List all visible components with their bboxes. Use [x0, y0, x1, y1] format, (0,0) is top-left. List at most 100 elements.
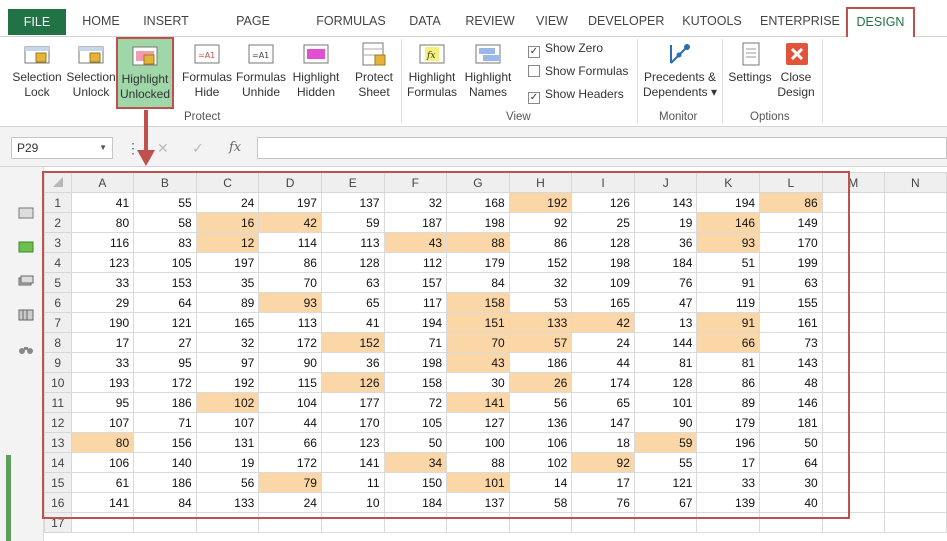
cell[interactable]: 29: [70, 292, 135, 313]
cell[interactable]: [821, 212, 885, 233]
cell[interactable]: 192: [195, 372, 260, 393]
cell[interactable]: 53: [508, 292, 573, 313]
close-design-button[interactable]: Close Design: [774, 41, 818, 109]
row-header[interactable]: 13: [44, 432, 72, 453]
cell[interactable]: 55: [133, 192, 197, 213]
cell[interactable]: 179: [696, 412, 761, 433]
cell[interactable]: 102: [195, 392, 260, 413]
column-header-e[interactable]: E: [320, 172, 385, 193]
cell[interactable]: [883, 312, 947, 333]
cell[interactable]: 86: [258, 252, 322, 273]
cell[interactable]: 187: [383, 212, 448, 233]
selection-unlock-button[interactable]: Selection Unlock: [64, 41, 118, 109]
row-header[interactable]: 4: [44, 252, 72, 273]
cell[interactable]: 170: [320, 412, 385, 433]
cell[interactable]: 152: [508, 252, 573, 273]
layers-icon[interactable]: [18, 275, 34, 287]
cell[interactable]: 161: [759, 312, 823, 333]
cell[interactable]: 89: [195, 292, 260, 313]
cell[interactable]: 172: [133, 372, 197, 393]
cell[interactable]: 44: [258, 412, 322, 433]
cell[interactable]: 72: [383, 392, 448, 413]
cell[interactable]: 26: [508, 372, 573, 393]
row-header[interactable]: 12: [44, 412, 72, 433]
cell[interactable]: [508, 512, 573, 533]
cell[interactable]: 101: [446, 472, 510, 493]
precedents-dependents-button[interactable]: Precedents & Dependents ▾: [642, 41, 718, 109]
tab-kutools[interactable]: KUTOOLS: [680, 8, 744, 34]
cell[interactable]: 97: [195, 352, 260, 373]
cell[interactable]: 128: [320, 252, 385, 273]
cell[interactable]: 92: [571, 452, 635, 473]
cell[interactable]: 43: [446, 352, 510, 373]
cell[interactable]: 40: [759, 492, 823, 513]
sheet-green-icon[interactable]: [18, 241, 34, 253]
pane-resize-handle[interactable]: [6, 455, 11, 541]
selection-lock-button[interactable]: Selection Lock: [10, 41, 64, 109]
cell[interactable]: 137: [320, 192, 385, 213]
cell[interactable]: 172: [258, 452, 322, 473]
cell[interactable]: 141: [446, 392, 510, 413]
cell[interactable]: 50: [759, 432, 823, 453]
cell[interactable]: 33: [70, 272, 135, 293]
name-box[interactable]: P29 ▼: [11, 137, 113, 159]
columns-icon[interactable]: [18, 309, 34, 321]
cell[interactable]: 186: [133, 472, 197, 493]
row-header[interactable]: 8: [44, 332, 72, 353]
cell[interactable]: [883, 252, 947, 273]
cell[interactable]: 196: [696, 432, 761, 453]
cell[interactable]: [883, 192, 947, 213]
cell[interactable]: 16: [195, 212, 260, 233]
cell[interactable]: 84: [133, 492, 197, 513]
cell[interactable]: 35: [195, 272, 260, 293]
cell[interactable]: 41: [320, 312, 385, 333]
cell[interactable]: [883, 452, 947, 473]
cell[interactable]: [133, 512, 197, 533]
row-header[interactable]: 7: [44, 312, 72, 333]
cell[interactable]: 117: [383, 292, 448, 313]
cell[interactable]: 36: [633, 232, 698, 253]
tab-view[interactable]: VIEW: [532, 8, 572, 34]
cell[interactable]: 177: [320, 392, 385, 413]
cell[interactable]: 88: [446, 452, 510, 473]
binoculars-icon[interactable]: [18, 343, 34, 355]
row-header[interactable]: 3: [44, 232, 72, 253]
cell[interactable]: 152: [320, 332, 385, 353]
cell[interactable]: 10: [320, 492, 385, 513]
cell[interactable]: 197: [195, 252, 260, 273]
cell[interactable]: 59: [633, 432, 698, 453]
cell[interactable]: 141: [70, 492, 135, 513]
tab-formulas[interactable]: FORMULAS: [314, 8, 388, 34]
cell[interactable]: 141: [320, 452, 385, 473]
cell[interactable]: 83: [133, 232, 197, 253]
cell[interactable]: 65: [571, 392, 635, 413]
cell[interactable]: 172: [258, 332, 322, 353]
cell[interactable]: 19: [633, 212, 698, 233]
cell[interactable]: 86: [696, 372, 761, 393]
cell[interactable]: 101: [633, 392, 698, 413]
cell[interactable]: 165: [571, 292, 635, 313]
column-header-h[interactable]: H: [508, 172, 573, 193]
cell[interactable]: 63: [759, 272, 823, 293]
cell[interactable]: 156: [133, 432, 197, 453]
cell[interactable]: 93: [696, 232, 761, 253]
workbook-icon[interactable]: [18, 207, 34, 219]
cell[interactable]: [883, 432, 947, 453]
cell[interactable]: [821, 432, 885, 453]
cell[interactable]: 197: [258, 192, 322, 213]
cell[interactable]: 198: [571, 252, 635, 273]
cell[interactable]: 121: [133, 312, 197, 333]
cell[interactable]: 30: [446, 372, 510, 393]
cell[interactable]: [883, 332, 947, 353]
cell[interactable]: 100: [446, 432, 510, 453]
cell[interactable]: 89: [696, 392, 761, 413]
cell[interactable]: 113: [320, 232, 385, 253]
cell[interactable]: 131: [195, 432, 260, 453]
cell[interactable]: 17: [70, 332, 135, 353]
cell[interactable]: [883, 352, 947, 373]
cell[interactable]: [696, 512, 761, 533]
column-header-l[interactable]: L: [759, 172, 823, 193]
cell[interactable]: [258, 512, 322, 533]
cell[interactable]: 184: [383, 492, 448, 513]
cell[interactable]: 88: [446, 232, 510, 253]
